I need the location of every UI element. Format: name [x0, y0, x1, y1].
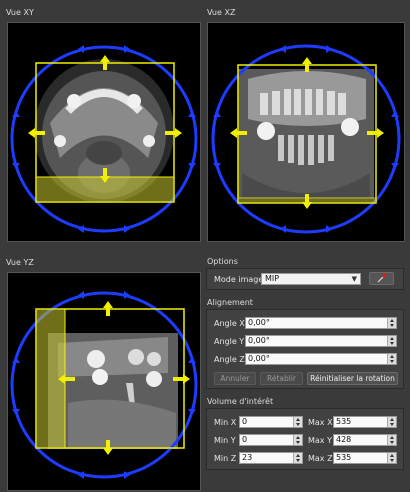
max-z-spin-icon[interactable] [387, 453, 396, 463]
angle-x-value: 0,00° [248, 318, 270, 327]
max-x-value: 535 [336, 417, 352, 426]
image-mode-label: Mode image [214, 275, 264, 284]
view-xy-title: Vue XY [6, 8, 34, 17]
reset-rotation-button[interactable]: Réinitialiser la rotation [307, 372, 398, 385]
view-xy-viewport[interactable] [7, 22, 201, 242]
max-z-label: Max Z [308, 454, 333, 463]
angle-x-input[interactable]: 0,00° [245, 317, 397, 329]
view-yz-viewport[interactable] [7, 272, 201, 491]
max-z-value: 535 [336, 453, 352, 462]
view-xz-title: Vue XZ [207, 8, 236, 17]
max-x-input[interactable]: 535 [333, 416, 397, 428]
image-mode-value: MIP [265, 274, 280, 283]
redo-button[interactable]: Rétablir [260, 372, 303, 385]
angle-z-input[interactable]: 0,00° [245, 353, 397, 365]
view-yz-title: Vue YZ [6, 258, 34, 267]
view-xy-pane: Vue XY [0, 0, 204, 250]
angle-z-value: 0,00° [248, 354, 270, 363]
min-x-value: 0 [242, 417, 248, 426]
view-xz-pane: Vue XZ [205, 0, 410, 250]
min-y-input[interactable]: 0 [239, 434, 303, 446]
angle-y-label: Angle Y [214, 337, 245, 346]
angle-y-value: 0,00° [248, 336, 270, 345]
min-x-input[interactable]: 0 [239, 416, 303, 428]
min-x-label: Min X [214, 418, 237, 427]
min-z-value: 23 [242, 453, 253, 462]
angle-x-spin-icon[interactable] [387, 318, 396, 328]
min-z-spin-icon[interactable] [293, 453, 302, 463]
xz-scan-image [238, 69, 374, 199]
options-title: Options [207, 257, 238, 266]
yz-scan-image [48, 333, 178, 449]
angle-y-input[interactable]: 0,00° [245, 335, 397, 347]
min-y-spin-icon[interactable] [293, 435, 302, 445]
view-xz-viewport[interactable] [207, 22, 405, 242]
min-z-label: Min Z [214, 454, 237, 463]
image-mode-select[interactable]: MIP ▼ [261, 273, 361, 285]
max-x-spin-icon[interactable] [387, 417, 396, 427]
max-y-spin-icon[interactable] [387, 435, 396, 445]
volume-group: Min X 0 Max X 535 Min Y 0 Max Y 428 Min … [206, 408, 404, 470]
angle-z-spin-icon[interactable] [387, 354, 396, 364]
max-x-label: Max X [308, 418, 333, 427]
min-z-input[interactable]: 23 [239, 452, 303, 464]
cancel-button[interactable]: Annuler [214, 372, 256, 385]
alignment-group: Angle X 0,00° Angle Y 0,00° Angle Z 0,00… [206, 309, 404, 389]
alignment-title: Alignement [207, 298, 253, 307]
angle-x-label: Angle X [214, 319, 245, 328]
angle-z-label: Angle Z [214, 355, 245, 364]
volume-title: Volume d'intérêt [207, 397, 274, 406]
max-y-value: 428 [336, 435, 352, 444]
eyedropper-icon [377, 273, 387, 283]
view-yz-pane: Vue YZ [0, 250, 204, 492]
min-x-spin-icon[interactable] [293, 417, 302, 427]
min-y-label: Min Y [214, 436, 236, 445]
max-z-input[interactable]: 535 [333, 452, 397, 464]
max-y-label: Max Y [308, 436, 332, 445]
options-group: Mode image MIP ▼ [206, 268, 404, 290]
chevron-down-icon: ▼ [351, 275, 357, 283]
eyedropper-button[interactable] [369, 272, 394, 285]
min-y-value: 0 [242, 435, 248, 444]
max-y-input[interactable]: 428 [333, 434, 397, 446]
angle-y-spin-icon[interactable] [387, 336, 396, 346]
